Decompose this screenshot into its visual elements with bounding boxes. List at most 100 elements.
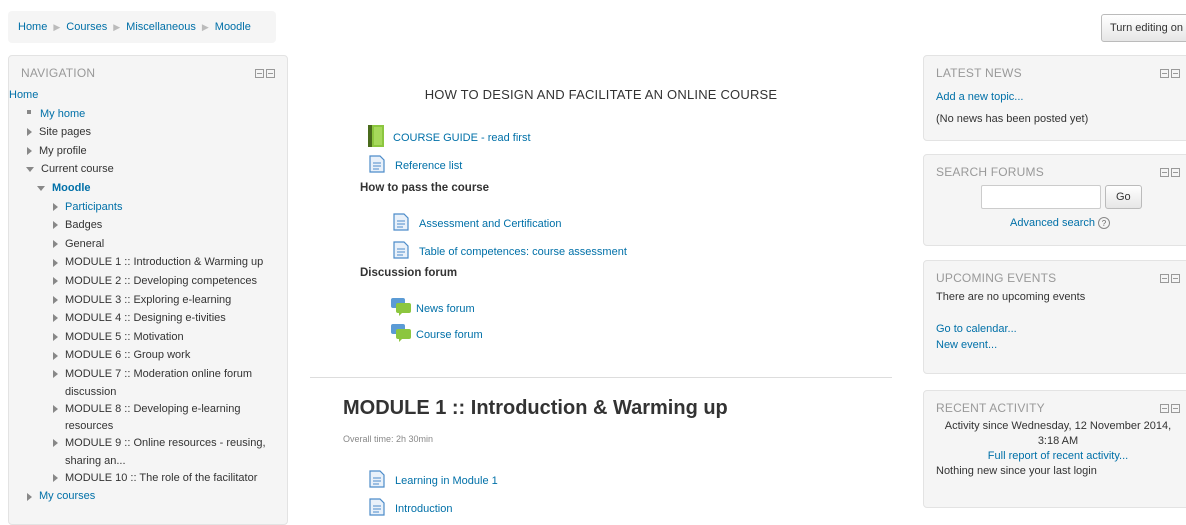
activity-reference-list-link[interactable]: Reference list (395, 160, 462, 172)
new-event-link[interactable]: New event... (936, 339, 997, 351)
activity-course-guide-link[interactable]: COURSE GUIDE - read first (393, 132, 531, 144)
no-news-text: (No news has been posted yet) (936, 113, 1089, 125)
search-go-button[interactable]: Go (1105, 185, 1142, 209)
activity-competences[interactable]: Table of competences: course assessment (392, 241, 627, 262)
nav-home[interactable]: Home (9, 86, 38, 105)
activity-introduction-link[interactable]: Introduction (395, 503, 452, 515)
breadcrumb-moodle[interactable]: Moodle (215, 21, 251, 33)
collapse-icon[interactable] (26, 167, 34, 173)
nav-module-7[interactable]: MODULE 7 :: Moderation online forum (65, 365, 252, 384)
dock-icon[interactable] (255, 68, 264, 78)
nav-module-9[interactable]: MODULE 9 :: Online resources - reusing, (65, 434, 266, 453)
nav-my-profile[interactable]: My profile (39, 142, 87, 161)
dock-icon[interactable] (1160, 167, 1169, 177)
label-how-to-pass: How to pass the course (360, 182, 490, 194)
block-controls[interactable] (1160, 273, 1180, 283)
page-icon (368, 498, 386, 519)
expand-icon[interactable] (53, 314, 58, 323)
expand-icon[interactable] (53, 258, 58, 267)
breadcrumb-home[interactable]: Home (18, 21, 47, 33)
activity-introduction[interactable]: Introduction (368, 498, 452, 519)
nav-module-3[interactable]: MODULE 3 :: Exploring e-learning (65, 291, 231, 310)
nav-site-pages[interactable]: Site pages (39, 123, 91, 142)
expand-icon[interactable] (27, 147, 32, 156)
help-icon[interactable]: ? (1098, 217, 1110, 229)
nav-module-8-cont[interactable]: resources (9, 418, 287, 434)
dock-icon[interactable] (1160, 273, 1169, 283)
nav-my-home[interactable]: My home (40, 105, 85, 124)
nav-course-moodle[interactable]: Moodle (52, 179, 91, 198)
expand-icon[interactable] (53, 351, 58, 360)
search-forums-block: SEARCH FORUMS Go Advanced search ? (923, 154, 1186, 246)
nav-module-10[interactable]: MODULE 10 :: The role of the facilitator (65, 469, 257, 488)
block-controls[interactable] (1160, 403, 1180, 413)
expand-icon[interactable] (53, 277, 58, 286)
block-controls[interactable] (255, 68, 275, 78)
expand-icon[interactable] (53, 202, 58, 211)
activity-assessment[interactable]: Assessment and Certification (392, 213, 561, 234)
expand-icon[interactable] (53, 473, 58, 482)
nav-module-4[interactable]: MODULE 4 :: Designing e-tivities (65, 309, 226, 328)
go-to-calendar-link[interactable]: Go to calendar... (936, 323, 1017, 335)
collapse-icon[interactable] (1171, 68, 1180, 78)
expand-icon[interactable] (53, 439, 58, 448)
course-title: HOW TO DESIGN AND FACILITATE AN ONLINE C… (424, 87, 778, 102)
page-icon (392, 241, 410, 262)
nav-module-1[interactable]: MODULE 1 :: Introduction & Warming up (65, 253, 263, 272)
search-forums-title: SEARCH FORUMS (936, 165, 1044, 179)
add-new-topic-link[interactable]: Add a new topic... (936, 91, 1023, 103)
block-controls[interactable] (1160, 68, 1180, 78)
collapse-icon[interactable] (1171, 403, 1180, 413)
full-report-link[interactable]: Full report of recent activity... (988, 450, 1128, 462)
nav-participants[interactable]: Participants (65, 198, 122, 217)
expand-icon[interactable] (53, 333, 58, 342)
activity-news-forum[interactable]: News forum (390, 297, 475, 320)
activity-since-line1: Activity since Wednesday, 12 November 20… (944, 420, 1172, 432)
breadcrumb-separator-icon: ▶ (201, 21, 209, 32)
block-controls[interactable] (1160, 167, 1180, 177)
nav-badges[interactable]: Badges (65, 216, 102, 235)
activity-reference-list[interactable]: Reference list (368, 155, 462, 176)
activity-news-forum-link[interactable]: News forum (416, 303, 475, 315)
nav-module-2[interactable]: MODULE 2 :: Developing competences (65, 272, 257, 291)
nav-module-5[interactable]: MODULE 5 :: Motivation (65, 328, 184, 347)
bullet-icon (27, 110, 31, 115)
activity-course-forum-link[interactable]: Course forum (416, 329, 483, 341)
breadcrumb-courses[interactable]: Courses (66, 21, 107, 33)
expand-icon[interactable] (53, 221, 58, 230)
page-icon (392, 213, 410, 234)
nav-my-courses[interactable]: My courses (39, 487, 95, 506)
activity-course-guide[interactable]: COURSE GUIDE - read first (368, 125, 531, 150)
overall-time: Overall time: 2h 30min (343, 434, 434, 444)
forum-icon (390, 297, 412, 320)
turn-editing-on-button[interactable]: Turn editing on (1101, 14, 1186, 42)
collapse-icon[interactable] (1171, 167, 1180, 177)
nav-module-8[interactable]: MODULE 8 :: Developing e-learning (65, 400, 240, 419)
nav-module-9-cont[interactable]: sharing an... (9, 453, 287, 469)
recent-activity-block: RECENT ACTIVITY Activity since Wednesday… (923, 390, 1186, 508)
navigation-title: NAVIGATION (21, 66, 96, 80)
activity-competences-link[interactable]: Table of competences: course assessment (419, 246, 627, 258)
advanced-search-link[interactable]: Advanced search (1010, 217, 1095, 229)
collapse-icon[interactable] (37, 185, 45, 191)
activity-learning[interactable]: Learning in Module 1 (368, 470, 498, 491)
dock-icon[interactable] (1160, 68, 1169, 78)
activity-assessment-link[interactable]: Assessment and Certification (419, 218, 561, 230)
search-forums-input[interactable] (981, 185, 1101, 209)
expand-icon[interactable] (27, 128, 32, 137)
activity-course-forum[interactable]: Course forum (390, 323, 483, 346)
expand-icon[interactable] (53, 404, 58, 413)
breadcrumb-miscellaneous[interactable]: Miscellaneous (126, 21, 196, 33)
nav-module-6[interactable]: MODULE 6 :: Group work (65, 346, 190, 365)
collapse-icon[interactable] (1171, 273, 1180, 283)
expand-icon[interactable] (53, 295, 58, 304)
expand-icon[interactable] (27, 492, 32, 501)
activity-learning-link[interactable]: Learning in Module 1 (395, 475, 498, 487)
nav-current-course[interactable]: Current course (41, 160, 114, 179)
expand-icon[interactable] (53, 370, 58, 379)
nav-module-7-cont[interactable]: discussion (9, 384, 287, 400)
expand-icon[interactable] (53, 240, 58, 249)
nav-general[interactable]: General (65, 235, 104, 254)
collapse-icon[interactable] (266, 68, 275, 78)
dock-icon[interactable] (1160, 403, 1169, 413)
